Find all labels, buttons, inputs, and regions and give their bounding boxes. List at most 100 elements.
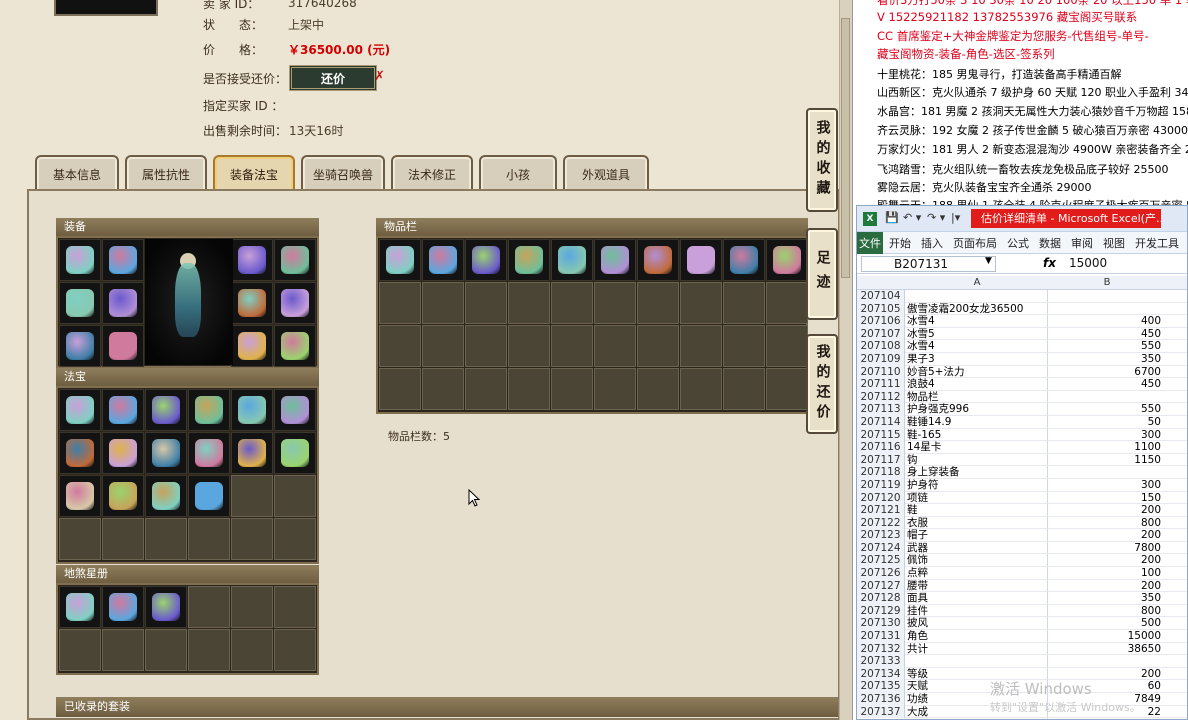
- row-number[interactable]: 207119: [857, 478, 905, 492]
- cell-a[interactable]: 披风: [907, 617, 1047, 630]
- inventory-slot[interactable]: [465, 325, 507, 367]
- magic-slot[interactable]: [145, 518, 187, 560]
- tab-children[interactable]: 小孩: [479, 155, 557, 191]
- scrollbar-thumb[interactable]: [841, 18, 850, 278]
- inventory-slot[interactable]: [379, 325, 421, 367]
- bestiary-slot[interactable]: [274, 629, 316, 671]
- row-number[interactable]: 207126: [857, 567, 905, 580]
- cell-a[interactable]: 鞋锤14.9: [907, 416, 1047, 429]
- magic-slot[interactable]: [188, 518, 230, 560]
- cell-b[interactable]: 800: [1047, 517, 1161, 530]
- sheet-row[interactable]: 207111 浪鼓4 450: [857, 378, 1187, 391]
- sheet-row[interactable]: 207127 腰带 200: [857, 579, 1187, 593]
- cell-a[interactable]: 面具: [907, 592, 1047, 605]
- my-counter-button[interactable]: 我的还价: [806, 334, 838, 434]
- equipment-slot[interactable]: [59, 282, 101, 324]
- inventory-slot[interactable]: [680, 325, 722, 367]
- cell-b[interactable]: 15000: [1047, 630, 1161, 643]
- inventory-slot[interactable]: [465, 239, 507, 281]
- fx-icon[interactable]: fx: [1043, 256, 1056, 270]
- row-number[interactable]: 207135: [857, 680, 905, 693]
- bestiary-slot[interactable]: [59, 586, 101, 628]
- sheet-row[interactable]: 207124 武器 7800: [857, 541, 1187, 555]
- undo-icon[interactable]: ↶ ▾: [903, 211, 921, 224]
- sheet-row[interactable]: 207114 鞋锤14.9 50: [857, 415, 1187, 429]
- row-number[interactable]: 207125: [857, 554, 905, 568]
- redo-icon[interactable]: ↷ ▾: [927, 211, 945, 224]
- tab-appearance[interactable]: 外观道具: [563, 155, 649, 191]
- cell-a[interactable]: 腰带: [907, 580, 1047, 593]
- cell-a[interactable]: 护身强克996: [907, 403, 1047, 416]
- sheet-row[interactable]: 207113 护身强克996 550: [857, 403, 1187, 416]
- magic-slot[interactable]: [274, 432, 316, 474]
- row-number[interactable]: 207133: [857, 655, 905, 668]
- cell-a[interactable]: 鞋-165: [907, 429, 1047, 442]
- cell-a[interactable]: 冰雪5: [907, 328, 1047, 341]
- cell-b[interactable]: 200: [1047, 504, 1161, 517]
- row-number[interactable]: 207107: [857, 327, 905, 341]
- cell-a[interactable]: 衣服: [907, 517, 1047, 530]
- cell-a[interactable]: 身上穿装备: [907, 466, 1047, 479]
- equipment-slot[interactable]: [102, 282, 144, 324]
- inventory-slot[interactable]: [680, 368, 722, 410]
- inventory-slot[interactable]: [637, 325, 679, 367]
- cell-b[interactable]: 800: [1047, 605, 1161, 618]
- inventory-slot[interactable]: [508, 239, 550, 281]
- row-number[interactable]: 207132: [857, 642, 905, 656]
- sheet-row[interactable]: 207123 帽子 200: [857, 529, 1187, 542]
- cell-a[interactable]: 冰雪4: [907, 315, 1047, 328]
- row-number[interactable]: 207134: [857, 667, 905, 681]
- row-number[interactable]: 207123: [857, 529, 905, 542]
- magic-slot[interactable]: [274, 389, 316, 431]
- sheet-row[interactable]: 207126 点粹 100: [857, 567, 1187, 580]
- sheet-row[interactable]: 207119 护身符 300: [857, 478, 1187, 492]
- cell-a[interactable]: 物品栏: [907, 391, 1047, 404]
- inventory-slot[interactable]: [594, 239, 636, 281]
- ribbon-tab-page-layout[interactable]: 页面布局: [953, 235, 997, 251]
- cell-a[interactable]: 冰雪4: [907, 340, 1047, 353]
- equipment-slot[interactable]: [59, 239, 101, 281]
- cell-b[interactable]: 450: [1047, 378, 1161, 391]
- inventory-slot[interactable]: [637, 239, 679, 281]
- cell-a[interactable]: 挂件: [907, 605, 1047, 618]
- equipment-slot[interactable]: [274, 325, 316, 367]
- ribbon-tab-review[interactable]: 审阅: [1071, 235, 1093, 251]
- inventory-slot[interactable]: [465, 282, 507, 324]
- inventory-slot[interactable]: [594, 325, 636, 367]
- row-number[interactable]: 207109: [857, 352, 905, 366]
- sheet-row[interactable]: 207106 冰雪4 400: [857, 315, 1187, 328]
- inventory-slot[interactable]: [465, 368, 507, 410]
- row-number[interactable]: 207110: [857, 365, 905, 379]
- cell-b[interactable]: 7800: [1047, 542, 1161, 555]
- cell-b[interactable]: 200: [1047, 580, 1161, 593]
- tab-equipment[interactable]: 装备法宝: [213, 155, 295, 191]
- cell-a[interactable]: 帽子: [907, 529, 1047, 542]
- counter-offer-button[interactable]: 还价: [289, 65, 377, 91]
- row-number[interactable]: 207105: [857, 302, 905, 316]
- cell-b[interactable]: 150: [1047, 492, 1161, 505]
- magic-slot[interactable]: [231, 518, 273, 560]
- row-number[interactable]: 207104: [857, 290, 905, 303]
- cell-b[interactable]: 100: [1047, 567, 1161, 580]
- inventory-slot[interactable]: [723, 282, 765, 324]
- inventory-slot[interactable]: [422, 325, 464, 367]
- sheet-row[interactable]: 207128 面具 350: [857, 592, 1187, 605]
- row-number[interactable]: 207122: [857, 516, 905, 530]
- cell-b[interactable]: 200: [1047, 529, 1161, 542]
- sheet-row[interactable]: 207121 鞋 200: [857, 504, 1187, 517]
- customize-qa-icon[interactable]: |▾: [951, 211, 960, 224]
- magic-slot[interactable]: [188, 475, 230, 517]
- bestiary-slot[interactable]: [102, 586, 144, 628]
- name-box[interactable]: B207131: [861, 256, 996, 272]
- inventory-slot[interactable]: [379, 239, 421, 281]
- inventory-slot[interactable]: [379, 368, 421, 410]
- cell-b[interactable]: 550: [1047, 403, 1161, 416]
- row-number[interactable]: 207117: [857, 453, 905, 467]
- row-number[interactable]: 207127: [857, 579, 905, 593]
- sheet-row[interactable]: 207117 钩 1150: [857, 453, 1187, 467]
- sheet-row[interactable]: 207131 角色 15000: [857, 630, 1187, 643]
- sheet-row[interactable]: 207108 冰雪4 550: [857, 340, 1187, 353]
- bestiary-slot[interactable]: [188, 629, 230, 671]
- inventory-slot[interactable]: [637, 368, 679, 410]
- row-number[interactable]: 207121: [857, 504, 905, 517]
